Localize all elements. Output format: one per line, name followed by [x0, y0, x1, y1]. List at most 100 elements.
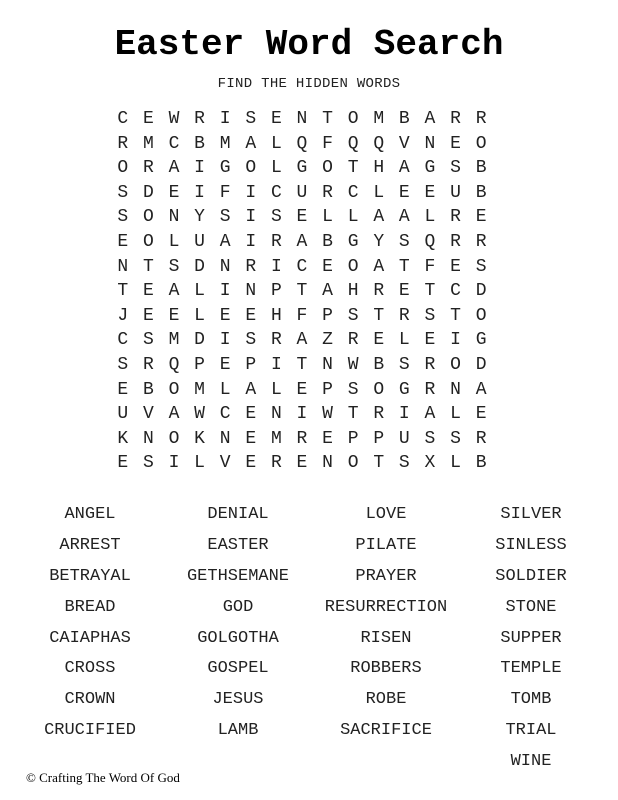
grid-letter: U — [117, 404, 129, 425]
grid-letter: T — [322, 109, 333, 129]
grid-letter: S — [450, 428, 461, 449]
grid-letter: O — [347, 453, 359, 474]
grid-letter: S — [398, 354, 410, 375]
grid-letter: N — [322, 354, 333, 375]
grid-letter: S — [475, 256, 487, 277]
grid-letter: W — [347, 354, 359, 375]
grid-letter: P — [270, 281, 282, 302]
grid-letter: M — [168, 330, 180, 351]
grid-letter: B — [373, 354, 385, 375]
grid-letter: B — [194, 133, 205, 154]
search-word: STONE — [505, 597, 557, 617]
grid-letter: N — [450, 379, 461, 400]
grid-letter: P — [322, 305, 333, 326]
grid-letter: L — [194, 281, 205, 302]
grid-letter: I — [270, 256, 282, 277]
grid-letter: O — [245, 158, 257, 179]
grid-letter: C — [270, 182, 282, 203]
grid-letter: V — [219, 453, 231, 474]
search-word: ROBBERS — [350, 659, 422, 679]
grid-letter: B — [142, 379, 154, 400]
grid-letter: E — [245, 453, 257, 474]
grid-letter: E — [142, 305, 154, 326]
word-column: ANGEL ARREST BETRAYAL BREAD CAIAPHAS CROSS CRO… — [16, 500, 164, 778]
grid-letter: E — [475, 404, 487, 425]
grid-letter: O — [322, 158, 333, 179]
grid-letter: D — [142, 182, 154, 203]
grid-letter: S — [398, 453, 410, 474]
grid-letter: W — [168, 109, 180, 129]
search-word: GOLGOTHA — [197, 628, 279, 648]
grid-letter: T — [450, 305, 461, 326]
grid-letter: R — [296, 428, 308, 449]
grid-letter: R — [245, 256, 257, 277]
search-word: RISEN — [360, 628, 412, 648]
search-word: PRAYER — [355, 566, 417, 586]
grid-letter: I — [296, 404, 308, 425]
grid-letter: I — [450, 330, 461, 351]
grid-letter: I — [219, 330, 231, 351]
grid-letter: Y — [373, 231, 385, 252]
grid-letter: T — [296, 354, 308, 375]
grid-letter: T — [373, 453, 385, 474]
search-word: WINE — [510, 752, 552, 772]
grid-letter: R — [475, 428, 487, 449]
page-title: Easter Word Search — [114, 24, 504, 65]
grid-letter: E — [450, 256, 461, 277]
grid-letter: H — [270, 305, 282, 326]
grid-letter: L — [194, 453, 205, 474]
grid-letter: U — [296, 182, 308, 203]
grid-letter: S — [142, 330, 154, 351]
copyright-notice: © Crafting The Word Of God — [26, 770, 180, 785]
grid-letter: F — [322, 133, 333, 154]
grid-letter: V — [142, 404, 154, 425]
grid-letter: S — [347, 305, 359, 326]
grid-letter: I — [245, 182, 257, 203]
grid-letter: T — [142, 256, 154, 277]
grid-letter: A — [168, 158, 180, 179]
grid-letter: N — [168, 207, 180, 228]
grid-letter: L — [322, 207, 333, 228]
search-word: DENIAL — [207, 505, 269, 524]
grid-letter: I — [194, 158, 205, 179]
grid-letter: F — [296, 305, 308, 326]
grid-letter: I — [219, 109, 231, 129]
grid-letter: B — [475, 158, 487, 179]
grid-letter: T — [296, 281, 308, 302]
search-word: ROBE — [365, 690, 407, 710]
grid-letter: N — [296, 109, 308, 129]
grid-letter: R — [373, 281, 385, 302]
grid-letter: L — [270, 133, 282, 154]
grid-letter: N — [219, 428, 231, 449]
grid-letter: E — [142, 281, 154, 302]
word-column: LOVE PILATE PRAYER RESURRECTION RISEN ROBBERS… — [312, 500, 460, 778]
grid-letter: O — [347, 256, 359, 277]
grid-letter: S — [245, 330, 257, 351]
grid-letter: I — [194, 182, 205, 203]
grid-letter: N — [117, 256, 129, 277]
grid-letter: L — [347, 207, 359, 228]
grid-letter: L — [219, 379, 231, 400]
grid-letter: E — [398, 182, 410, 203]
grid-letter: T — [347, 158, 359, 179]
search-word: TRIAL — [505, 721, 557, 741]
grid-letter: O — [450, 354, 461, 375]
search-word: GOD — [222, 597, 254, 617]
grid-letter: E — [398, 281, 410, 302]
grid-letter: A — [424, 404, 436, 425]
grid-letter: N — [245, 281, 257, 302]
grid-letter: C — [168, 133, 180, 154]
search-word: SOLDIER — [495, 566, 567, 586]
grid-letter: Q — [373, 133, 385, 154]
grid-letter: N — [270, 404, 282, 425]
grid-letter: A — [322, 281, 333, 302]
grid-letter: E — [475, 207, 487, 228]
letter-grid: CEWRISENTOMBARRRMCBMALQFQQVNEOORAIGOLGOT… — [110, 107, 494, 476]
grid-letter: O — [347, 109, 359, 129]
search-word: ANGEL — [64, 505, 116, 524]
grid-letter: M — [270, 428, 282, 449]
grid-letter: U — [450, 182, 461, 203]
grid-letter: S — [117, 354, 129, 375]
grid-letter: H — [373, 158, 385, 179]
grid-letter: Q — [347, 133, 359, 154]
